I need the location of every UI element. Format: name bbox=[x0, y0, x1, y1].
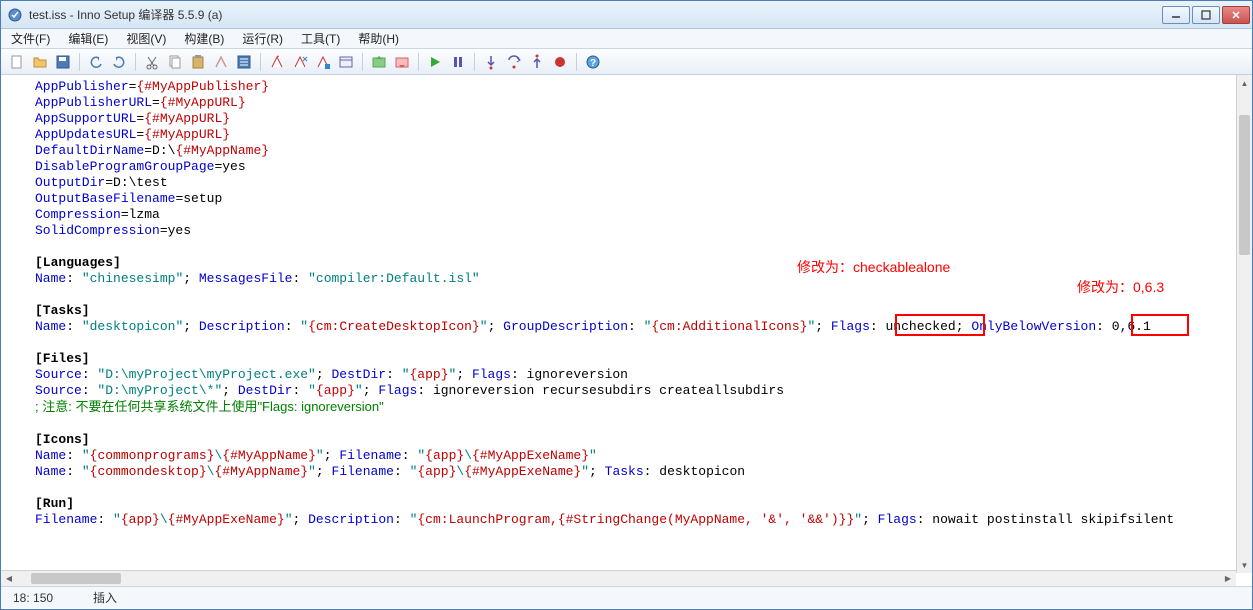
minimize-button[interactable] bbox=[1162, 6, 1190, 24]
compile-button[interactable] bbox=[267, 52, 287, 72]
cut-button[interactable] bbox=[142, 52, 162, 72]
compile-run-button[interactable] bbox=[313, 52, 333, 72]
menu-file[interactable]: 文件(F) bbox=[7, 28, 54, 49]
close-button[interactable] bbox=[1222, 6, 1250, 24]
separator bbox=[135, 53, 136, 71]
statusbar: 18: 150 插入 bbox=[1, 586, 1252, 608]
options-button[interactable] bbox=[336, 52, 356, 72]
separator bbox=[474, 53, 475, 71]
menubar: 文件(F) 编辑(E) 视图(V) 构建(B) 运行(R) 工具(T) 帮助(H… bbox=[1, 29, 1252, 49]
maximize-button[interactable] bbox=[1192, 6, 1220, 24]
separator bbox=[576, 53, 577, 71]
annotation-2: 修改为：0,6.3 bbox=[1077, 277, 1164, 297]
code-editor[interactable]: AppPublisher={#MyAppPublisher} AppPublis… bbox=[1, 75, 1252, 573]
highlight-box-1 bbox=[895, 314, 985, 336]
open-button[interactable] bbox=[30, 52, 50, 72]
stop-compile-button[interactable] bbox=[290, 52, 310, 72]
insert-mode: 插入 bbox=[93, 589, 117, 606]
undo-button[interactable] bbox=[86, 52, 106, 72]
redo-button[interactable] bbox=[109, 52, 129, 72]
vertical-scrollbar[interactable]: ▲ ▼ bbox=[1236, 75, 1252, 573]
step-into-button[interactable] bbox=[481, 52, 501, 72]
separator bbox=[79, 53, 80, 71]
select-all-button[interactable] bbox=[234, 52, 254, 72]
breakpoint-button[interactable] bbox=[550, 52, 570, 72]
scroll-down-icon[interactable]: ▼ bbox=[1237, 557, 1252, 573]
scroll-right-icon[interactable]: ▶ bbox=[1220, 571, 1236, 586]
paste-button[interactable] bbox=[188, 52, 208, 72]
annotation-1: 修改为：checkablealone bbox=[797, 257, 950, 277]
scroll-thumb-h[interactable] bbox=[31, 573, 121, 584]
delete-button[interactable] bbox=[211, 52, 231, 72]
copy-button[interactable] bbox=[165, 52, 185, 72]
new-button[interactable] bbox=[7, 52, 27, 72]
menu-view[interactable]: 视图(V) bbox=[122, 28, 170, 49]
menu-help[interactable]: 帮助(H) bbox=[354, 28, 403, 49]
save-button[interactable] bbox=[53, 52, 73, 72]
scroll-thumb[interactable] bbox=[1239, 115, 1250, 255]
horizontal-scrollbar[interactable]: ◀ ▶ bbox=[1, 570, 1236, 586]
separator bbox=[362, 53, 363, 71]
run-button[interactable] bbox=[425, 52, 445, 72]
app-icon bbox=[7, 7, 23, 23]
separator bbox=[260, 53, 261, 71]
help-button[interactable]: ? bbox=[583, 52, 603, 72]
svg-text:?: ? bbox=[590, 58, 596, 69]
step-out-button[interactable] bbox=[527, 52, 547, 72]
menu-tools[interactable]: 工具(T) bbox=[297, 28, 344, 49]
scroll-up-icon[interactable]: ▲ bbox=[1237, 75, 1252, 91]
menu-edit[interactable]: 编辑(E) bbox=[64, 28, 112, 49]
step-over-button[interactable] bbox=[504, 52, 524, 72]
run-setup-button[interactable] bbox=[369, 52, 389, 72]
editor-area: AppPublisher={#MyAppPublisher} AppPublis… bbox=[1, 75, 1252, 586]
uninstall-button[interactable] bbox=[392, 52, 412, 72]
window-title: test.iss - Inno Setup 编译器 5.5.9 (a) bbox=[29, 6, 222, 23]
cursor-position: 18: 150 bbox=[13, 591, 53, 605]
separator bbox=[418, 53, 419, 71]
menu-run[interactable]: 运行(R) bbox=[238, 28, 287, 49]
menu-build[interactable]: 构建(B) bbox=[180, 28, 228, 49]
titlebar: test.iss - Inno Setup 编译器 5.5.9 (a) bbox=[1, 1, 1252, 29]
pause-button[interactable] bbox=[448, 52, 468, 72]
highlight-box-2 bbox=[1131, 314, 1189, 336]
scroll-left-icon[interactable]: ◀ bbox=[1, 571, 17, 586]
toolbar: ? bbox=[1, 49, 1252, 75]
